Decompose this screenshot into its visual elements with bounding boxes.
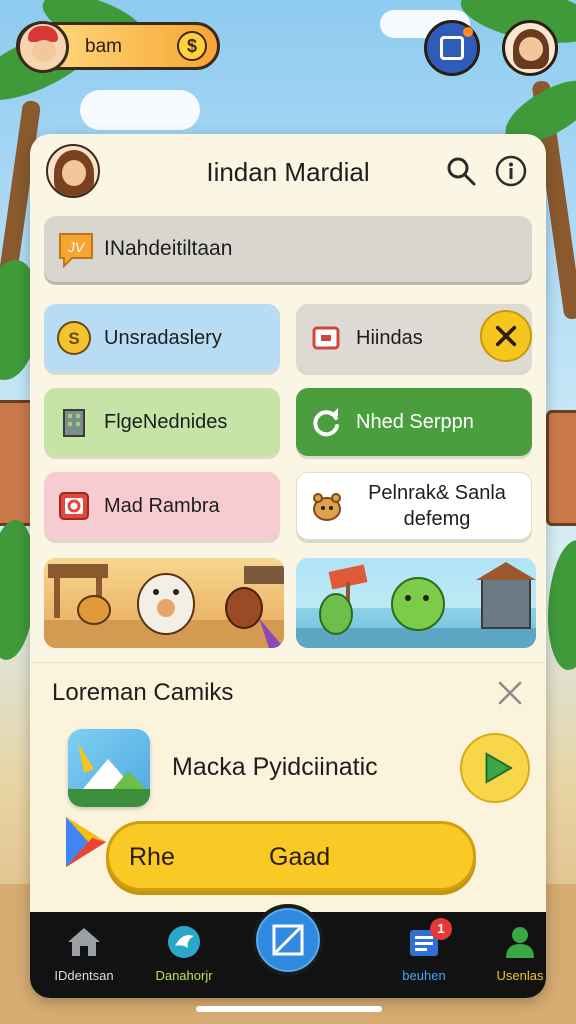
creature-icon (313, 493, 341, 521)
nav-label: beuhen (402, 968, 446, 983)
panel-header: Iindan Mardial (30, 134, 546, 210)
primary-action-button[interactable]: Rhe Gaad (106, 821, 476, 891)
google-play-icon (66, 817, 106, 867)
compose-button[interactable] (252, 904, 324, 976)
app-name: Macka Pyidciinatic (172, 753, 378, 781)
tile-mad-rambra[interactable]: Mad Rambra (44, 472, 280, 540)
nav-item-home[interactable]: IDdentsan (34, 912, 134, 998)
tile-label: Unsradaslery (104, 327, 222, 349)
user-icon (506, 927, 534, 958)
player-hud[interactable]: bam $ (16, 21, 220, 73)
tile-label: Hiindas (356, 327, 423, 349)
close-icon[interactable] (480, 310, 532, 362)
profile-button[interactable] (502, 20, 558, 76)
chat-badge-icon: JV (59, 233, 93, 268)
scene-card-village[interactable] (44, 558, 284, 648)
banner-label: INahdeitiltaan (104, 237, 233, 260)
nav-label: IDdentsan (54, 968, 114, 983)
notification-dot (463, 27, 473, 37)
player-name: bam (85, 36, 122, 57)
main-panel: Iindan Mardial JV INahdeitiltaan S Unsra… (30, 134, 546, 998)
tile-label: FlgeNednides (104, 411, 228, 433)
village-scene-illustration (44, 564, 284, 648)
tile-flgenednides[interactable]: FlgeNednides (44, 388, 280, 456)
search-icon[interactable] (444, 154, 478, 188)
tile-unsradaslery[interactable]: S Unsradaslery (44, 304, 280, 372)
banner-row[interactable]: JV INahdeitiltaan (44, 216, 532, 282)
nav-label: Usenlas (496, 968, 544, 983)
camera-icon (59, 492, 89, 520)
edit-icon (272, 924, 304, 956)
bird-icon (168, 926, 200, 958)
tile-label: Nhed Serppn (356, 411, 474, 433)
map-icon (440, 36, 464, 60)
coin-icon[interactable]: $ (177, 31, 207, 61)
bottom-nav: IDdentsan Danahorjr 1 beuhen Usenlas (30, 904, 546, 998)
section-title: Loreman Camiks (52, 679, 234, 706)
tile-pelnrak-sanla[interactable]: Pelnrak& Sanla defemg (296, 472, 532, 540)
tile-label: Mad Rambra (104, 495, 220, 517)
close-icon[interactable] (494, 677, 526, 709)
app-icon[interactable] (68, 729, 150, 807)
map-button[interactable] (424, 20, 480, 76)
nav-label: Danahorjr (155, 968, 213, 983)
coin-icon: S (57, 321, 91, 355)
button-left-label: Rhe (129, 843, 175, 871)
scene-card-lake[interactable] (296, 558, 536, 648)
tile-nhed-serppn[interactable]: Nhed Serppn (296, 388, 532, 456)
svg-text:JV: JV (67, 239, 86, 255)
player-avatar (17, 21, 69, 73)
building-icon (63, 409, 85, 437)
bush (548, 540, 576, 670)
notification-badge: 1 (430, 918, 452, 940)
play-icon[interactable] (460, 733, 530, 803)
svg-text:S: S (68, 329, 79, 348)
home-icon (68, 928, 100, 956)
nav-item-users[interactable]: Usenlas (470, 912, 546, 998)
cloud (80, 90, 200, 130)
card-icon (312, 326, 340, 350)
button-right-label: Gaad (269, 843, 331, 871)
nav-item-dashboard[interactable]: Danahorjr (134, 912, 234, 998)
tile-label: Pelnrak& Sanla defemg (368, 482, 506, 530)
info-icon[interactable] (494, 154, 528, 188)
refresh-icon (313, 408, 339, 437)
featured-section: Loreman Camiks Macka Pyidciinatic Rhe Ga (30, 662, 546, 913)
house (546, 410, 576, 526)
lake-scene-illustration (296, 562, 536, 648)
home-indicator[interactable] (196, 1006, 382, 1012)
nav-item-news[interactable]: 1 beuhen (374, 912, 474, 998)
